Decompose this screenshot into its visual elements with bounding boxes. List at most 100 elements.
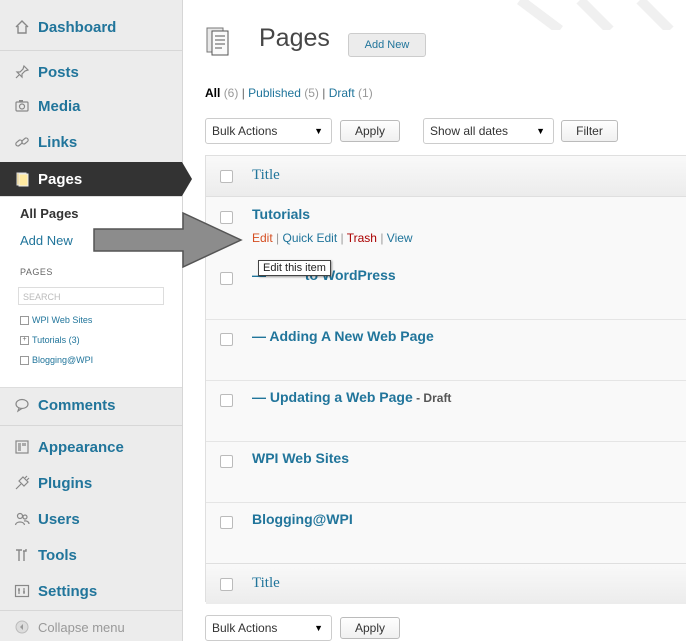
dates-filter-value: Show all dates [430, 124, 509, 138]
row-action-view[interactable]: View [387, 231, 413, 245]
menu-label: Pages [38, 170, 83, 188]
row-actions: Edit | Quick Edit | Trash | View [252, 231, 413, 245]
row-action-trash[interactable]: Trash [347, 231, 377, 245]
page-tree-item[interactable]: Blogging@WPI [20, 355, 93, 365]
bulk-actions-value: Bulk Actions [212, 621, 278, 635]
row-title-link[interactable]: Blogging@WPI [252, 511, 353, 527]
filter-published-count: (5) [304, 86, 319, 100]
collapse-menu-button[interactable]: Collapse menu [0, 613, 182, 641]
menu-item-dashboard[interactable]: Dashboard [0, 10, 182, 44]
row-action-quick-edit[interactable]: Quick Edit [282, 231, 337, 245]
pages-search-input[interactable]: SEARCH [18, 287, 164, 305]
filter-separator: | [238, 86, 249, 100]
filter-published[interactable]: Published [248, 86, 301, 100]
filter-draft[interactable]: Draft [329, 86, 355, 100]
menu-separator [0, 610, 182, 611]
select-all-checkbox[interactable] [220, 578, 233, 591]
pages-header-icon [206, 27, 229, 56]
tree-expand-icon[interactable]: + [20, 335, 29, 345]
menu-item-appearance[interactable]: Appearance [0, 430, 182, 464]
table-row: WPI Web Sites [206, 441, 686, 503]
page-tree-item[interactable]: WPI Web Sites [20, 315, 92, 325]
appearance-icon [12, 437, 32, 457]
page-title: Pages [259, 24, 330, 52]
current-menu-pointer [182, 162, 192, 196]
menu-item-posts[interactable]: Posts [0, 55, 182, 89]
row-action-edit[interactable]: Edit [252, 231, 273, 245]
status-filter-links: All (6) | Published (5) | Draft (1) [205, 86, 373, 100]
menu-label: Links [38, 133, 78, 151]
menu-label: Tools [38, 546, 77, 564]
row-checkbox[interactable] [220, 333, 233, 346]
tree-node-icon [20, 355, 29, 365]
menu-label: Posts [38, 63, 79, 81]
camera-icon [12, 96, 32, 116]
dropdown-arrow-icon: ▼ [314, 126, 323, 136]
home-icon [12, 17, 32, 37]
action-separator: | [272, 231, 283, 245]
draft-state-label: - Draft [412, 391, 452, 405]
dates-filter-select[interactable]: Show all dates ▼ [423, 118, 554, 144]
row-title-link[interactable]: — Updating a Web Page - Draft [252, 389, 451, 405]
menu-item-users[interactable]: Users [0, 502, 182, 536]
submenu-all-pages[interactable]: All Pages [20, 206, 79, 221]
row-title-text: — Updating a Web Page [252, 389, 413, 405]
menu-label: Appearance [38, 438, 124, 456]
apply-button-bottom[interactable]: Apply [340, 617, 400, 639]
apply-button[interactable]: Apply [340, 120, 400, 142]
row-checkbox[interactable] [220, 455, 233, 468]
table-footer: Title [206, 563, 686, 604]
speech-bubble-icon [12, 395, 32, 415]
chain-link-icon [12, 132, 32, 152]
menu-item-tools[interactable]: Tools [0, 538, 182, 572]
filter-all[interactable]: All [205, 86, 220, 100]
menu-separator [0, 425, 182, 426]
table-row: — Updating a Web Page - Draft [206, 380, 686, 442]
column-title-footer[interactable]: Title [252, 575, 280, 592]
pushpin-icon [12, 62, 32, 82]
row-checkbox[interactable] [220, 516, 233, 529]
tools-icon [12, 545, 32, 565]
menu-item-settings[interactable]: Settings [0, 574, 182, 608]
submenu-add-new[interactable]: Add New [20, 233, 73, 248]
filter-separator: | [318, 86, 329, 100]
tree-item-label: WPI Web Sites [32, 315, 93, 325]
bulk-actions-select-bottom[interactable]: Bulk Actions ▼ [205, 615, 332, 641]
menu-label: Comments [38, 396, 116, 414]
collapse-menu-label: Collapse menu [38, 619, 125, 635]
table-row: Tutorials Edit | Quick Edit | Trash | Vi… [206, 197, 686, 259]
filter-all-count: (6) [223, 86, 239, 100]
table-row: — Adding A New Web Page [206, 319, 686, 381]
menu-label: Plugins [38, 474, 93, 492]
action-separator: | [376, 231, 387, 245]
tree-item-label: Tutorials (3) [32, 335, 80, 345]
plug-icon [12, 473, 32, 493]
menu-item-pages[interactable]: Pages [0, 162, 182, 196]
menu-item-media[interactable]: Media [0, 89, 182, 123]
table-header: Title [206, 156, 686, 197]
users-icon [12, 509, 32, 529]
page-tree-item[interactable]: + Tutorials (3) [20, 335, 80, 345]
bulk-actions-value: Bulk Actions [212, 124, 278, 138]
menu-item-plugins[interactable]: Plugins [0, 466, 182, 500]
menu-label: Dashboard [38, 18, 117, 36]
row-title-link[interactable]: WPI Web Sites [252, 450, 349, 466]
row-checkbox[interactable] [220, 394, 233, 407]
add-new-button[interactable]: Add New [348, 33, 426, 57]
menu-item-links[interactable]: Links [0, 125, 182, 159]
row-checkbox[interactable] [220, 272, 233, 285]
callout-arrow-icon [93, 212, 243, 268]
row-title-link[interactable]: — Adding A New Web Page [252, 328, 434, 344]
filter-button[interactable]: Filter [561, 120, 618, 142]
pages-icon [12, 169, 32, 189]
bulk-actions-select[interactable]: Bulk Actions ▼ [205, 118, 332, 144]
admin-sidebar: Dashboard Posts Media Links Pages All Pa… [0, 0, 192, 641]
column-title-header[interactable]: Title [252, 167, 280, 184]
tree-node-icon [20, 315, 29, 325]
select-all-checkbox[interactable] [220, 170, 233, 183]
row-title-link[interactable]: Tutorials [252, 206, 310, 222]
pages-widget-title: PAGES [20, 267, 53, 277]
dropdown-arrow-icon: ▼ [314, 623, 323, 633]
menu-item-comments[interactable]: Comments [0, 388, 182, 422]
table-row: Blogging@WPI [206, 502, 686, 564]
